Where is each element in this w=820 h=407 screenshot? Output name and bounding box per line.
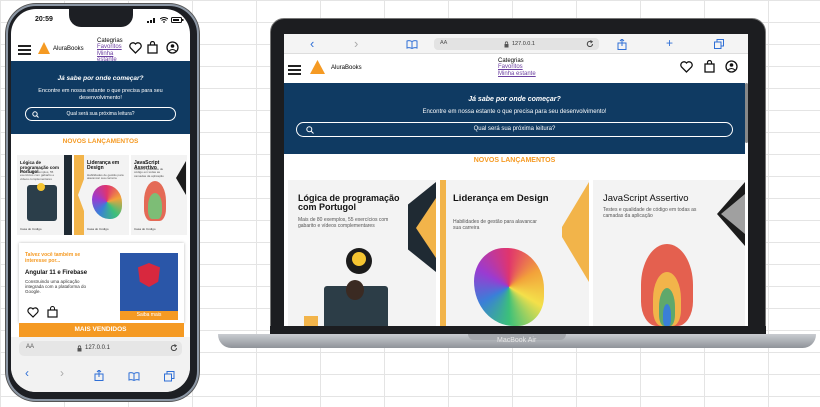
nav-favoritos[interactable]: Favoritos xyxy=(97,44,123,50)
menu-icon[interactable] xyxy=(288,63,301,77)
book-card[interactable]: Liderança em Design Habilidades de gestã… xyxy=(74,155,129,235)
book-cover-art xyxy=(474,248,544,326)
hero-title: Já sabe por onde começar? xyxy=(468,96,561,103)
book-publisher: Casa do Código xyxy=(134,227,156,231)
promo-card: Talvez você também se interesse por... A… xyxy=(19,243,184,323)
book-title: JavaScript Assertivo xyxy=(603,193,689,204)
user-icon[interactable] xyxy=(725,60,738,73)
nav-links: Categrias Favoritos Minha estante xyxy=(498,58,536,77)
section-mais-vendidos: MAIS VENDIDOS xyxy=(74,326,127,333)
phone-notch xyxy=(69,9,133,27)
promo-text: Construindo uma aplicação integrada com … xyxy=(25,279,87,295)
reader-aa-button[interactable]: AA xyxy=(440,40,447,46)
user-icon[interactable] xyxy=(166,41,179,54)
book-subtitle: Habilidades de gestão para alavancar sua… xyxy=(87,173,124,181)
heart-icon[interactable] xyxy=(27,307,39,318)
bag-icon[interactable] xyxy=(147,41,158,54)
book-subtitle: Mais de 80 exemplos, 55 exercícios com g… xyxy=(20,170,55,181)
section-novos-lancamentos: NOVOS LANÇAMENTOS xyxy=(473,157,556,164)
book-subtitle: Mais de 80 exemplos, 55 exercícios com g… xyxy=(298,217,389,229)
bookmarks-icon[interactable] xyxy=(406,40,418,49)
brand-name: AluraBooks xyxy=(331,65,362,71)
new-tab-icon[interactable]: + xyxy=(666,36,673,50)
status-icons xyxy=(147,17,184,23)
macbook-label: MacBook Air xyxy=(497,337,537,344)
book-title: Liderança em Design xyxy=(87,160,120,172)
book-publisher: Casa do Código xyxy=(20,227,42,231)
signal-icon xyxy=(147,18,155,23)
menu-icon[interactable] xyxy=(18,43,31,57)
promo-title: Angular 11 e Firebase xyxy=(25,270,88,276)
status-time: 20:59 xyxy=(35,16,53,23)
hero-title: Já sabe por onde começar? xyxy=(57,75,144,82)
url-text: 127.0.0.1 xyxy=(512,40,535,47)
forward-icon[interactable]: › xyxy=(60,366,64,380)
book-subtitle: Testes e qualidade de código em todas as… xyxy=(603,207,697,219)
book-card[interactable]: Liderança em Design Habilidades de gestã… xyxy=(440,180,589,326)
bag-icon[interactable] xyxy=(704,60,715,73)
section-novos-lancamentos: NOVOS LANÇAMENTOS xyxy=(62,138,139,145)
angular-book-cover xyxy=(120,253,178,311)
search-input[interactable]: Qual será sua próxima leitura? xyxy=(296,122,733,137)
alurabooks-logo-icon xyxy=(38,42,50,54)
tabs-icon[interactable] xyxy=(164,371,175,382)
book-title: Lógica de programação com Portugol xyxy=(298,193,400,213)
book-card[interactable]: JavaScript Assertivo Testes e qualidade … xyxy=(131,155,187,235)
book-subtitle: Testes e qualidade de código em todas as… xyxy=(134,167,164,178)
search-icon xyxy=(306,126,314,134)
bookmarks-icon[interactable] xyxy=(128,372,140,381)
url-text: 127.0.0.1 xyxy=(85,345,111,351)
share-icon[interactable] xyxy=(617,39,627,50)
laptop-browser-toolbar: ‹ › AA 127.0.0.1 + xyxy=(284,34,748,54)
wifi-icon xyxy=(160,17,168,23)
promo-heading: Talvez você também se interesse por... xyxy=(25,252,81,264)
search-placeholder: Qual será sua próxima leitura? xyxy=(66,111,135,118)
book-cover-art xyxy=(92,185,122,219)
hero-subtitle: Encontre em nossa estante o que precisa … xyxy=(38,88,163,101)
tabs-icon[interactable] xyxy=(714,39,724,49)
share-icon[interactable] xyxy=(94,370,104,381)
search-placeholder: Qual será sua próxima leitura? xyxy=(473,126,556,132)
reload-icon[interactable] xyxy=(586,40,594,48)
book-publisher: Casa do Código xyxy=(87,227,109,231)
angular-logo-icon xyxy=(138,263,160,287)
phone-screen: 20:59 AluraBooks Categrias Favoritos Min… xyxy=(11,9,190,392)
reader-aa-button[interactable]: AA xyxy=(26,344,34,350)
alurabooks-logo-icon xyxy=(310,60,325,74)
lock-icon xyxy=(77,345,82,352)
brand-name: AluraBooks xyxy=(53,46,84,52)
search-input[interactable]: Qual será sua próxima leitura? xyxy=(25,107,176,122)
book-subtitle: Habilidades de gestão para alavancar sua… xyxy=(453,219,537,231)
hero-subtitle: Encontre em nossa estante o que precisa … xyxy=(422,109,607,115)
lock-icon xyxy=(504,41,509,48)
forward-icon[interactable]: › xyxy=(354,36,358,51)
battery-icon xyxy=(171,17,184,23)
book-card[interactable]: Lógica de programação com Portugol Mais … xyxy=(288,180,436,326)
book-card[interactable]: JavaScript Assertivo Testes e qualidade … xyxy=(593,180,745,326)
book-card[interactable]: Lógica de programação com Portugol Mais … xyxy=(17,155,72,235)
hero-banner: Já sabe por onde começar? Encontre em no… xyxy=(11,61,190,134)
search-icon xyxy=(32,111,39,119)
reload-icon[interactable] xyxy=(170,344,178,352)
laptop-screen: ‹ › AA 127.0.0.1 + AluraBooks Categrias … xyxy=(284,34,748,326)
nav-links: Categrias Favoritos Minha estante xyxy=(97,38,123,63)
bag-icon[interactable] xyxy=(47,306,58,318)
scrollbar[interactable] xyxy=(745,83,748,143)
saiba-mais-button[interactable]: Saiba mais xyxy=(120,311,178,320)
back-icon[interactable]: ‹ xyxy=(310,36,314,51)
phone-browser-bar: AA 127.0.0.1 ‹ › xyxy=(11,337,190,392)
address-bar[interactable]: AA 127.0.0.1 xyxy=(434,38,599,50)
lightbulb-icon xyxy=(37,183,45,191)
address-bar[interactable]: AA 127.0.0.1 xyxy=(19,341,182,356)
heart-icon[interactable] xyxy=(680,61,693,73)
heart-icon[interactable] xyxy=(129,42,142,54)
back-icon[interactable]: ‹ xyxy=(25,366,29,380)
nav-minha-estante[interactable]: Minha estante xyxy=(498,71,536,77)
book-title: Liderança em Design xyxy=(453,193,549,204)
hero-banner: Já sabe por onde começar? Encontre em no… xyxy=(284,83,745,154)
